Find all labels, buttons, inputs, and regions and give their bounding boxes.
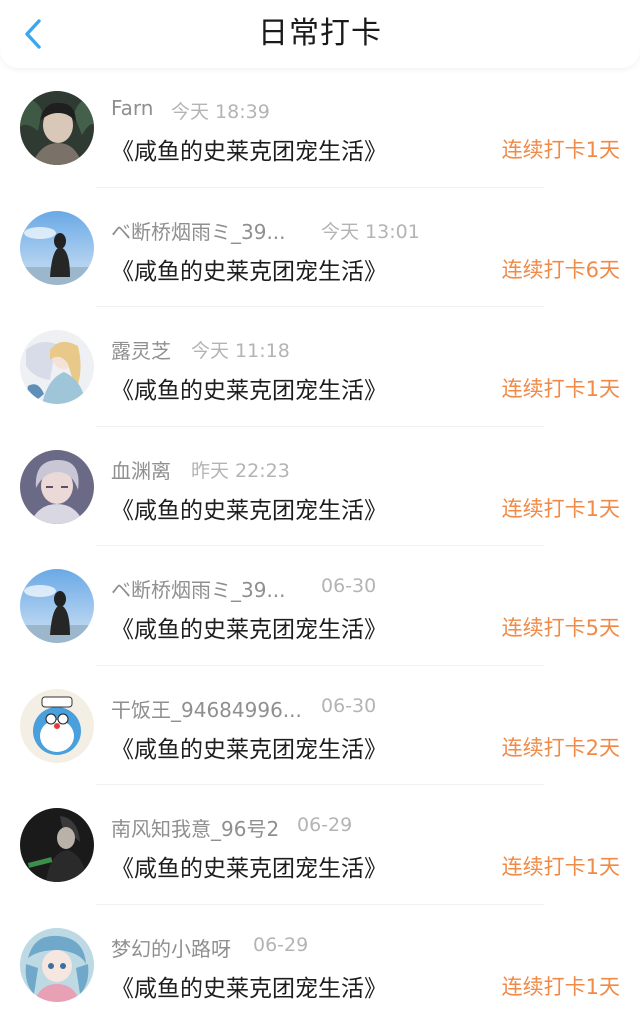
checkin-row[interactable]: Farn 今天 18:39 《咸鱼的史莱克团宠生活》 连续打卡1天 <box>0 68 640 188</box>
checkin-row[interactable]: ベ断桥烟雨ミ_39... 今天 13:01 《咸鱼的史莱克团宠生活》 连续打卡6… <box>0 188 640 308</box>
user-name[interactable]: 梦幻的小路呀 <box>111 933 231 962</box>
user-name[interactable]: 露灵芝 <box>111 335 171 364</box>
checkin-row[interactable]: ベ断桥烟雨ミ_39... 06-30 《咸鱼的史莱克团宠生活》 连续打卡5天 <box>0 546 640 666</box>
streak-label: 连续打卡1天 <box>502 134 620 164</box>
checkin-time: 06-30 <box>321 575 376 597</box>
header-bar: 日常打卡 <box>0 0 640 68</box>
book-title[interactable]: 《咸鱼的史莱克团宠生活》 <box>111 252 387 286</box>
user-name[interactable]: 干饭王_94684996... <box>111 694 302 723</box>
streak-label: 连续打卡1天 <box>502 493 620 523</box>
avatar[interactable] <box>20 808 94 882</box>
checkin-time: 今天 13:01 <box>321 217 420 244</box>
book-title[interactable]: 《咸鱼的史莱克团宠生活》 <box>111 849 387 883</box>
book-title[interactable]: 《咸鱼的史莱克团宠生活》 <box>111 610 387 644</box>
user-name[interactable]: Farn <box>111 96 153 120</box>
book-title[interactable]: 《咸鱼的史莱克团宠生活》 <box>111 371 387 405</box>
avatar[interactable] <box>20 450 94 524</box>
checkin-list: Farn 今天 18:39 《咸鱼的史莱克团宠生活》 连续打卡1天 ベ断桥烟雨ミ… <box>0 68 640 1024</box>
book-title[interactable]: 《咸鱼的史莱克团宠生活》 <box>111 132 387 166</box>
user-name[interactable]: 南风知我意_96号2 <box>111 813 279 842</box>
streak-label: 连续打卡6天 <box>502 254 620 284</box>
checkin-time: 今天 18:39 <box>171 97 270 124</box>
page-title: 日常打卡 <box>0 0 640 68</box>
avatar[interactable] <box>20 928 94 1002</box>
streak-label: 连续打卡1天 <box>502 373 620 403</box>
checkin-row[interactable]: 梦幻的小路呀 06-29 《咸鱼的史莱克团宠生活》 连续打卡1天 <box>0 905 640 1024</box>
checkin-row[interactable]: 南风知我意_96号2 06-29 《咸鱼的史莱克团宠生活》 连续打卡1天 <box>0 785 640 905</box>
checkin-row[interactable]: 露灵芝 今天 11:18 《咸鱼的史莱克团宠生活》 连续打卡1天 <box>0 307 640 427</box>
checkin-time: 06-29 <box>253 934 308 956</box>
avatar[interactable] <box>20 211 94 285</box>
book-title[interactable]: 《咸鱼的史莱克团宠生活》 <box>111 730 387 764</box>
back-button[interactable] <box>18 14 54 54</box>
book-title[interactable]: 《咸鱼的史莱克团宠生活》 <box>111 491 387 525</box>
user-name[interactable]: 血渊离 <box>111 455 171 484</box>
checkin-row[interactable]: 血渊离 昨天 22:23 《咸鱼的史莱克团宠生活》 连续打卡1天 <box>0 427 640 547</box>
streak-label: 连续打卡5天 <box>502 612 620 642</box>
checkin-time: 06-29 <box>297 814 352 836</box>
avatar[interactable] <box>20 91 94 165</box>
avatar[interactable] <box>20 330 94 404</box>
streak-label: 连续打卡2天 <box>502 732 620 762</box>
avatar[interactable] <box>20 569 94 643</box>
streak-label: 连续打卡1天 <box>502 851 620 881</box>
user-name[interactable]: ベ断桥烟雨ミ_39... <box>111 574 286 603</box>
user-name[interactable]: ベ断桥烟雨ミ_39... <box>111 216 286 245</box>
checkin-time: 今天 11:18 <box>191 336 290 363</box>
checkin-time: 昨天 22:23 <box>191 456 290 483</box>
avatar[interactable] <box>20 689 94 763</box>
book-title[interactable]: 《咸鱼的史莱克团宠生活》 <box>111 969 387 1003</box>
streak-label: 连续打卡1天 <box>502 971 620 1001</box>
checkin-time: 06-30 <box>321 695 376 717</box>
checkin-row[interactable]: 干饭王_94684996... 06-30 《咸鱼的史莱克团宠生活》 连续打卡2… <box>0 666 640 786</box>
chevron-left-icon <box>18 14 54 54</box>
